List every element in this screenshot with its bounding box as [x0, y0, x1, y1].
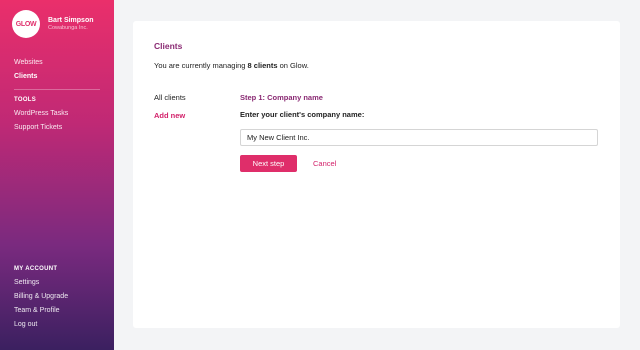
page-title: Clients	[154, 41, 183, 51]
content-card: Clients You are currently managing 8 cli…	[133, 21, 620, 328]
clients-count: 8 clients	[247, 61, 278, 70]
main-nav: Websites Clients	[14, 56, 43, 84]
account-nav: MY ACCOUNT Settings Billing & Upgrade Te…	[14, 262, 68, 332]
summary-suffix: on Glow.	[277, 61, 309, 70]
sidebar-item-settings[interactable]: Settings	[14, 276, 68, 290]
sidebar: GLOW Bart Simpson Cowabunga Inc. Website…	[0, 0, 114, 350]
user-name: Bart Simpson	[48, 17, 94, 24]
sidebar-item-logout[interactable]: Log out	[14, 318, 68, 332]
sidebar-item-team-profile[interactable]: Team & Profile	[14, 304, 68, 318]
add-new-link[interactable]: Add new	[154, 111, 186, 120]
company-name: Cowabunga Inc.	[48, 25, 88, 31]
account-heading: MY ACCOUNT	[14, 266, 58, 272]
step-title: Step 1: Company name	[240, 93, 323, 102]
tools-heading: TOOLS	[14, 97, 37, 103]
cancel-button[interactable]: Cancel	[313, 155, 336, 172]
glow-logo: GLOW	[12, 10, 40, 38]
company-name-label: Enter your client's company name:	[240, 110, 365, 119]
company-name-input[interactable]	[240, 129, 598, 146]
sidebar-divider	[14, 89, 100, 90]
sidebar-item-support-tickets[interactable]: Support Tickets	[14, 121, 68, 135]
profile[interactable]: GLOW Bart Simpson Cowabunga Inc.	[12, 10, 94, 38]
sidebar-item-wordpress-tasks[interactable]: WordPress Tasks	[14, 107, 68, 121]
tools-nav: TOOLS WordPress Tasks Support Tickets	[14, 93, 68, 135]
sidebar-item-billing[interactable]: Billing & Upgrade	[14, 290, 68, 304]
next-step-button[interactable]: Next step	[240, 155, 297, 172]
sidebar-item-clients[interactable]: Clients	[14, 70, 43, 84]
client-subnav: All clients Add new	[154, 93, 186, 120]
sidebar-item-websites[interactable]: Websites	[14, 56, 43, 70]
all-clients-link[interactable]: All clients	[154, 93, 186, 111]
clients-summary: You are currently managing 8 clients on …	[154, 61, 309, 70]
summary-prefix: You are currently managing	[154, 61, 248, 70]
